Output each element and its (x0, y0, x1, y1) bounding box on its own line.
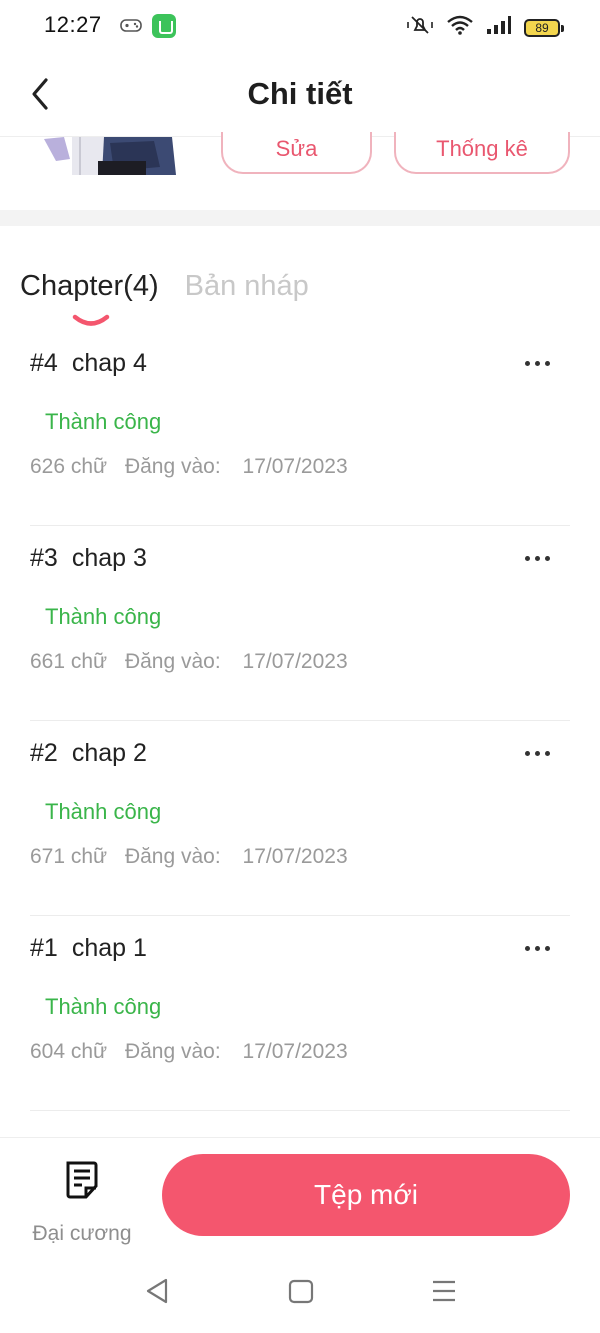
chapter-item[interactable]: #2 chap 2 Thành công 671 chữ Đăng vào: 17… (30, 721, 570, 916)
chapter-number: #2 (30, 739, 58, 767)
chapter-meta: 604 chữ Đăng vào: 17/07/2023 (30, 1040, 360, 1064)
app-notification-icon (152, 14, 176, 38)
chapter-title: #3 chap 3 (30, 544, 147, 573)
chapter-name: chap 3 (71, 544, 147, 572)
word-count: 671 chữ (30, 845, 108, 868)
chapter-status: Thành công (45, 604, 162, 629)
posted-label: Đăng vào: (124, 1040, 221, 1063)
battery-icon: 89 (524, 18, 564, 37)
chapter-meta: 626 chữ Đăng vào: 17/07/2023 (30, 455, 360, 479)
more-options-icon[interactable] (520, 353, 554, 373)
game-controller-icon (120, 16, 142, 39)
system-navigation-bar (0, 1257, 600, 1333)
chapter-number: #1 (30, 934, 58, 962)
outline-button[interactable]: Đại cương (22, 1156, 142, 1245)
more-options-icon[interactable] (520, 743, 554, 763)
edit-story-button[interactable]: Sửa (221, 132, 372, 174)
home-square-icon[interactable] (288, 1277, 314, 1310)
posted-date: 17/07/2023 (242, 845, 348, 868)
more-options-icon[interactable] (520, 548, 554, 568)
back-triangle-icon[interactable] (144, 1277, 170, 1310)
tab-drafts[interactable]: Bản nháp (185, 270, 309, 303)
section-divider (0, 210, 600, 226)
new-file-button[interactable]: Tệp mới (162, 1154, 570, 1236)
posted-date: 17/07/2023 (242, 650, 348, 673)
chapter-title: #1 chap 1 (30, 934, 147, 963)
menu-lines-icon[interactable] (430, 1277, 458, 1310)
chapter-item[interactable]: #1 chap 1 Thành công 604 chữ Đăng vào: 17… (30, 916, 570, 1111)
posted-date: 17/07/2023 (242, 1040, 348, 1063)
word-count: 626 chữ (30, 455, 108, 478)
chapter-title: #4 chap 4 (30, 349, 147, 378)
chapter-name: chap 1 (71, 934, 147, 962)
chapter-name: chap 2 (71, 739, 147, 767)
chapter-tabs: Chapter(4) Bản nháp (20, 270, 309, 303)
chapter-name: chap 4 (71, 349, 147, 377)
mute-icon (406, 14, 434, 41)
chapter-title: #2 chap 2 (30, 739, 147, 768)
posted-date: 17/07/2023 (242, 455, 348, 478)
chapter-number: #3 (30, 544, 58, 572)
chapter-status: Thành công (45, 409, 162, 434)
chapter-status: Thành công (45, 994, 162, 1019)
status-bar: 12:27 89 (0, 0, 600, 52)
signal-icon (486, 15, 512, 40)
word-count: 661 chữ (30, 650, 108, 673)
story-cover-image (44, 137, 176, 175)
statistics-button[interactable]: Thống kê (394, 132, 570, 174)
outline-label: Đại cương (32, 1222, 132, 1245)
word-count: 604 chữ (30, 1040, 108, 1063)
chapter-item[interactable]: #3 chap 3 Thành công 661 chữ Đăng vào: 17… (30, 526, 570, 721)
battery-level: 89 (535, 20, 549, 35)
posted-label: Đăng vào: (124, 650, 221, 673)
chapter-meta: 661 chữ Đăng vào: 17/07/2023 (30, 650, 360, 674)
page-title: Chi tiết (247, 76, 353, 111)
chapter-status: Thành công (45, 799, 162, 824)
wifi-icon (446, 14, 474, 41)
status-time: 12:27 (44, 12, 102, 37)
more-options-icon[interactable] (520, 938, 554, 958)
posted-label: Đăng vào: (124, 845, 221, 868)
chapter-meta: 671 chữ Đăng vào: 17/07/2023 (30, 845, 360, 869)
tab-chapters[interactable]: Chapter(4) (20, 270, 159, 303)
posted-label: Đăng vào: (124, 455, 221, 478)
app-header: Chi tiết (0, 52, 600, 137)
document-outline-icon (64, 1160, 100, 1205)
bottom-action-bar: Đại cương Tệp mới (0, 1137, 600, 1258)
chapter-item[interactable]: #4 chap 4 Thành công 626 chữ Đăng vào: 17… (30, 331, 570, 526)
chapter-number: #4 (30, 349, 58, 377)
